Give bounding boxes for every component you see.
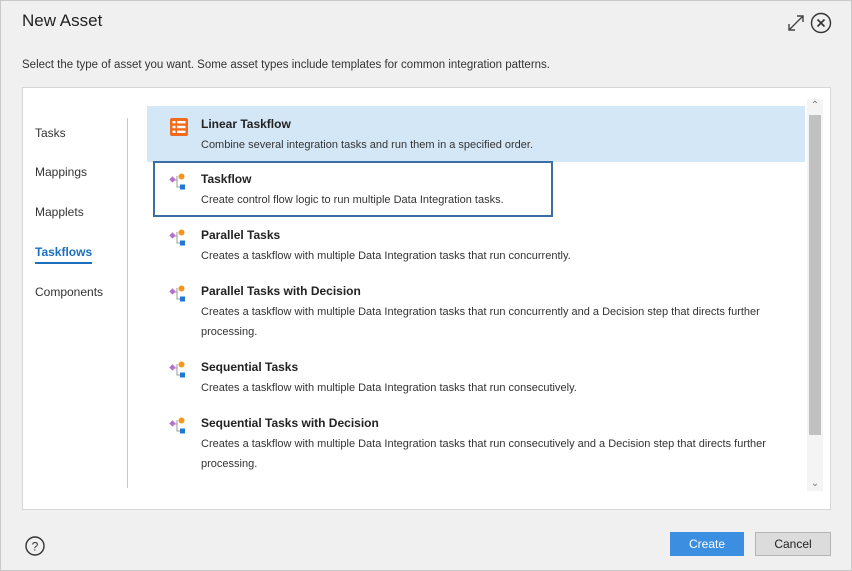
linear-taskflow-icon <box>170 118 188 136</box>
asset-description: Creates a taskflow with multiple Data In… <box>201 250 571 262</box>
asset-list: Linear Taskflow Combine several integrat… <box>147 106 805 498</box>
asset-list-scrollbar[interactable]: ⌃ ⌄ <box>807 99 823 491</box>
asset-name: Parallel Tasks <box>201 228 281 242</box>
cancel-button[interactable]: Cancel <box>755 532 831 556</box>
asset-name: Linear Taskflow <box>201 117 291 131</box>
asset-parallel-tasks-with-decision[interactable]: Parallel Tasks with Decision Creates a t… <box>147 274 805 350</box>
taskflow-icon <box>169 229 185 246</box>
expand-icon[interactable] <box>786 13 806 33</box>
new-asset-dialog: New Asset Select the type of asset you w… <box>0 0 852 571</box>
asset-name: Sequential Tasks <box>201 360 299 374</box>
asset-parallel-tasks[interactable]: Parallel Tasks Creates a taskflow with m… <box>147 218 805 274</box>
nav-item-taskflows[interactable]: Taskflows <box>35 245 93 264</box>
create-button[interactable]: Create <box>670 532 744 556</box>
asset-description: Create control flow logic to run multipl… <box>201 194 504 206</box>
taskflow-icon <box>169 173 185 190</box>
asset-description: Creates a taskflow with multiple Data In… <box>201 306 760 338</box>
taskflow-icon <box>169 285 185 302</box>
nav-item-components[interactable]: Components <box>35 285 103 299</box>
asset-sequential-tasks-with-decision[interactable]: Sequential Tasks with Decision Creates a… <box>147 406 805 482</box>
dialog-title: New Asset <box>22 11 103 30</box>
nav-item-mappings[interactable]: Mappings <box>35 165 87 179</box>
taskflow-icon <box>169 361 185 378</box>
asset-linear-taskflow[interactable]: Linear Taskflow Combine several integrat… <box>147 106 805 162</box>
asset-name: Taskflow <box>201 172 252 186</box>
asset-taskflow[interactable]: Taskflow Create control flow logic to ru… <box>147 162 805 218</box>
asset-description: Creates a taskflow with multiple Data In… <box>201 438 766 470</box>
taskflow-icon <box>169 417 185 434</box>
nav-item-tasks[interactable]: Tasks <box>35 126 66 140</box>
asset-sequential-tasks[interactable]: Sequential Tasks Creates a taskflow with… <box>147 350 805 406</box>
scroll-up-arrow-icon[interactable]: ⌃ <box>807 99 823 113</box>
nav-item-mapplets[interactable]: Mapplets <box>35 205 84 219</box>
help-icon[interactable]: ? <box>25 536 45 556</box>
asset-name: Parallel Tasks with Decision <box>201 284 361 298</box>
dialog-subtitle: Select the type of asset you want. Some … <box>22 59 551 71</box>
asset-name: Sequential Tasks with Decision <box>201 416 379 430</box>
scroll-down-arrow-icon[interactable]: ⌄ <box>807 477 823 491</box>
asset-panel: Tasks Mappings Mapplets Taskflows Compon… <box>22 87 831 510</box>
nav-divider <box>127 118 128 488</box>
close-icon[interactable] <box>810 12 832 34</box>
asset-description: Creates a taskflow with multiple Data In… <box>201 382 577 394</box>
title-bar: New Asset <box>1 1 851 43</box>
asset-description: Combine several integration tasks and ru… <box>201 139 534 151</box>
svg-text:?: ? <box>32 540 39 554</box>
scroll-thumb[interactable] <box>809 115 821 435</box>
